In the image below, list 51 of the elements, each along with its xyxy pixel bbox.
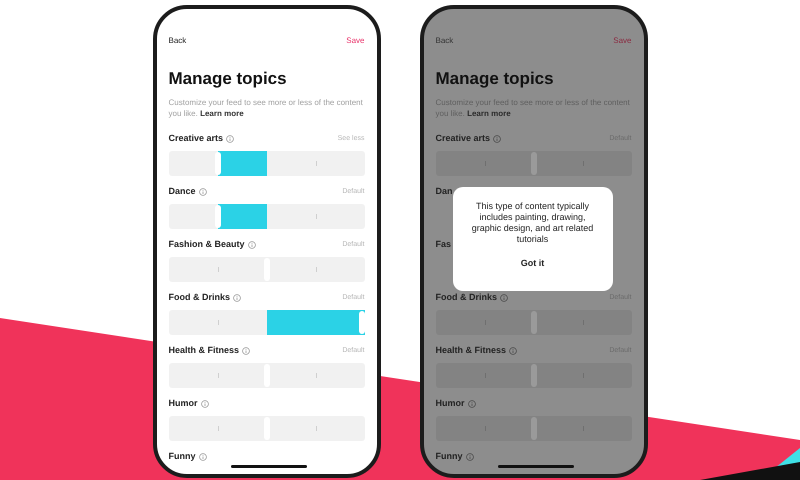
info-icon[interactable] bbox=[198, 188, 207, 196]
save-button[interactable]: Save bbox=[346, 35, 364, 47]
info-icon[interactable] bbox=[466, 453, 474, 461]
slider-track[interactable] bbox=[436, 363, 632, 388]
page-title: Manage topics bbox=[168, 69, 288, 89]
topic-label: Humor bbox=[168, 397, 198, 410]
topic-label: Health & Fitness bbox=[168, 344, 240, 358]
topic-label: Humor bbox=[436, 397, 464, 410]
info-icon[interactable] bbox=[509, 347, 518, 355]
slider-track[interactable] bbox=[168, 363, 364, 388]
slider-track[interactable] bbox=[436, 310, 632, 335]
topic-label: Food & Drinks bbox=[168, 291, 230, 304]
info-icon[interactable] bbox=[233, 294, 242, 302]
back-button[interactable]: Back bbox=[436, 35, 454, 47]
learn-more-link[interactable]: Learn more bbox=[200, 109, 244, 118]
topic-label: Food & Drinks bbox=[436, 291, 498, 304]
topic-label: Health & Fitness bbox=[436, 344, 506, 358]
topic-label: Dance bbox=[168, 185, 196, 198]
info-icon[interactable] bbox=[198, 453, 206, 461]
got-it-button[interactable]: Got it bbox=[512, 257, 552, 270]
info-icon[interactable] bbox=[248, 241, 256, 249]
dialog-text: This type of content typically includes painting, drawing, graphic design, and art related tutorials bbox=[470, 201, 594, 245]
description-text: Customize your feed to see more or less of the content you like. Learn more bbox=[168, 97, 364, 119]
learn-more-link[interactable]: Learn more bbox=[467, 109, 511, 118]
info-icon[interactable] bbox=[226, 135, 234, 143]
info-icon[interactable] bbox=[200, 400, 208, 408]
topic-label: Funny bbox=[436, 450, 462, 464]
info-icon[interactable] bbox=[242, 347, 250, 355]
info-icon[interactable] bbox=[468, 400, 476, 408]
slider-track[interactable] bbox=[436, 151, 632, 176]
topic-label: Fashion & Beauty bbox=[168, 238, 245, 252]
save-button[interactable]: Save bbox=[613, 35, 632, 47]
slider-fill bbox=[218, 204, 266, 229]
topic-label: Fas bbox=[436, 238, 452, 252]
info-icon[interactable] bbox=[500, 294, 508, 302]
slider-thumb[interactable] bbox=[214, 152, 220, 175]
page-title: Manage topics bbox=[436, 69, 555, 89]
back-button[interactable]: Back bbox=[168, 35, 186, 47]
info-icon[interactable] bbox=[493, 135, 502, 143]
slider-track[interactable] bbox=[168, 257, 364, 282]
slider-thumb[interactable] bbox=[214, 205, 220, 228]
topic-label: Creative arts bbox=[168, 132, 224, 146]
slider-track[interactable] bbox=[168, 310, 364, 335]
slider-fill bbox=[218, 151, 266, 176]
topic-label: Funny bbox=[168, 450, 196, 464]
topic-label: Dan bbox=[436, 185, 453, 198]
slider-track[interactable] bbox=[436, 416, 632, 441]
slider-track[interactable] bbox=[168, 416, 364, 441]
slider-track[interactable] bbox=[168, 204, 364, 229]
slider-track[interactable] bbox=[168, 151, 364, 176]
topic-label: Creative arts bbox=[436, 132, 490, 146]
